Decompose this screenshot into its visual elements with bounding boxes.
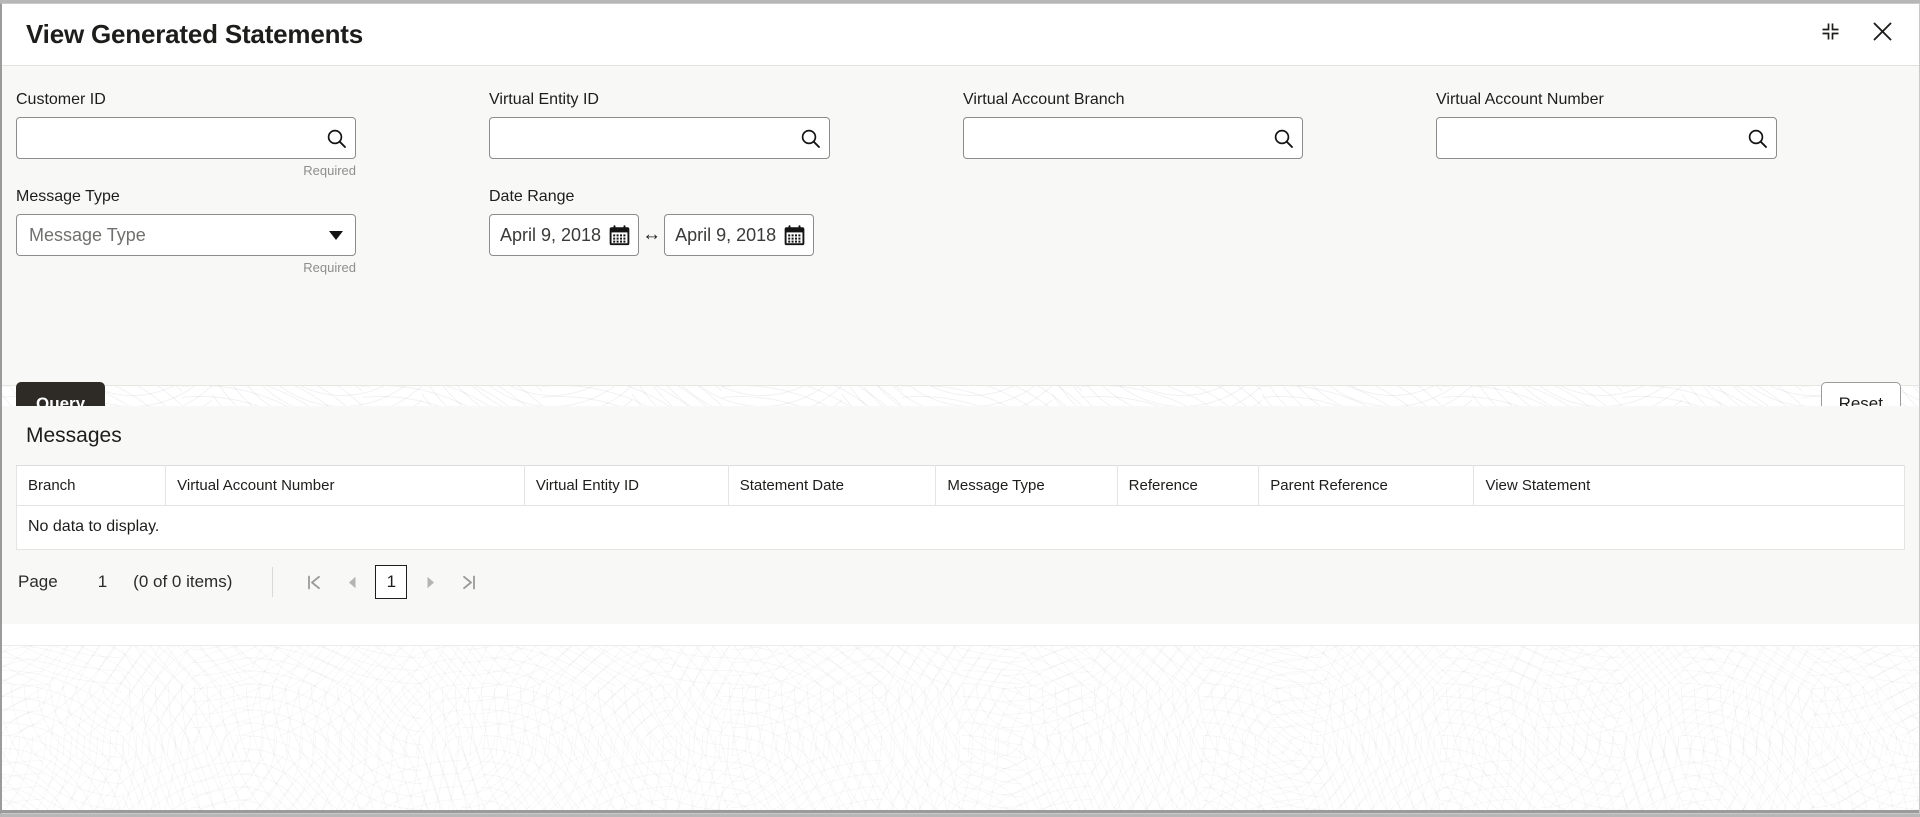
message-type-select[interactable]: Message Type [16,214,356,256]
first-page-icon[interactable] [295,565,333,599]
virtual-account-branch-input[interactable] [964,118,1264,158]
field-virtual-account-branch: Virtual Account Branch [963,90,1303,159]
field-message-type: Message Type Message Type Required [16,187,356,275]
field-date-range: Date Range April 9, 2018 [489,187,814,256]
search-icon[interactable] [791,118,829,158]
column-header-parent-reference[interactable]: Parent Reference [1259,466,1474,506]
results-section: Messages Branch Virtual Account Number V… [2,406,1919,624]
table-header-row: Branch Virtual Account Number Virtual En… [17,466,1905,506]
customer-id-required-note: Required [16,163,356,178]
field-customer-id: Customer ID Required [16,90,356,178]
virtual-account-number-label: Virtual Account Number [1436,90,1777,110]
pagination-page-number[interactable]: 1 [98,572,107,592]
virtual-account-number-input[interactable] [1437,118,1738,158]
search-icon[interactable] [317,118,355,158]
pagination-items-summary: (0 of 0 items) [133,572,232,592]
table-body: No data to display. [17,506,1905,550]
date-range-label: Date Range [489,187,814,207]
last-page-icon[interactable] [449,565,487,599]
messages-grid-wrapper: Branch Virtual Account Number Virtual En… [16,465,1905,550]
virtual-account-branch-input-shell[interactable] [963,117,1303,159]
page-title: View Generated Statements [26,19,363,50]
pagination: Page 1 (0 of 0 items) 1 [2,550,1919,599]
column-header-statement-date[interactable]: Statement Date [728,466,936,506]
virtual-entity-id-input-shell[interactable] [489,117,830,159]
virtual-account-number-input-shell[interactable] [1436,117,1777,159]
table-empty-row: No data to display. [17,506,1905,550]
pagination-divider [272,567,273,597]
window-titlebar: View Generated Statements [2,4,1919,66]
column-header-reference[interactable]: Reference [1117,466,1259,506]
customer-id-label: Customer ID [16,90,356,110]
column-header-branch[interactable]: Branch [17,466,166,506]
pagination-current-page[interactable]: 1 [375,565,407,599]
date-from-input[interactable]: April 9, 2018 [489,214,639,256]
window-bottom-edge [2,810,1919,813]
filter-panel: Customer ID Required Virtual Entity ID [2,66,1919,386]
date-range-separator: ↔ [639,224,664,246]
decorative-background [2,645,1919,814]
message-type-value: Message Type [17,225,317,246]
chevron-down-icon[interactable] [317,215,355,255]
column-header-virtual-entity-id[interactable]: Virtual Entity ID [524,466,728,506]
column-header-view-statement[interactable]: View Statement [1474,466,1905,506]
customer-id-input-shell[interactable] [16,117,356,159]
next-page-icon[interactable] [411,565,449,599]
virtual-account-branch-label: Virtual Account Branch [963,90,1303,110]
previous-page-icon[interactable] [333,565,371,599]
message-type-required-note: Required [16,260,356,275]
column-header-message-type[interactable]: Message Type [936,466,1117,506]
collapse-corners-icon[interactable] [1815,16,1845,46]
calendar-icon[interactable] [609,225,630,246]
messages-table: Branch Virtual Account Number Virtual En… [16,465,1905,550]
close-icon[interactable] [1867,16,1897,46]
statements-window: View Generated Statements [0,3,1920,814]
search-icon[interactable] [1738,118,1776,158]
wave-divider [2,386,1919,406]
field-virtual-entity-id: Virtual Entity ID [489,90,830,159]
pagination-page-label: Page [18,572,58,592]
virtual-entity-id-input[interactable] [490,118,791,158]
customer-id-input[interactable] [17,118,317,158]
date-to-value: April 9, 2018 [675,225,776,246]
search-icon[interactable] [1264,118,1302,158]
results-title: Messages [2,406,1919,465]
column-header-virtual-account-number[interactable]: Virtual Account Number [166,466,525,506]
window-controls [1815,16,1897,46]
message-type-label: Message Type [16,187,356,207]
date-range-group: April 9, 2018 [489,214,814,256]
date-from-value: April 9, 2018 [500,225,601,246]
date-to-input[interactable]: April 9, 2018 [664,214,814,256]
field-virtual-account-number: Virtual Account Number [1436,90,1777,159]
empty-message: No data to display. [17,506,1905,550]
virtual-entity-id-label: Virtual Entity ID [489,90,830,110]
calendar-icon[interactable] [784,225,805,246]
